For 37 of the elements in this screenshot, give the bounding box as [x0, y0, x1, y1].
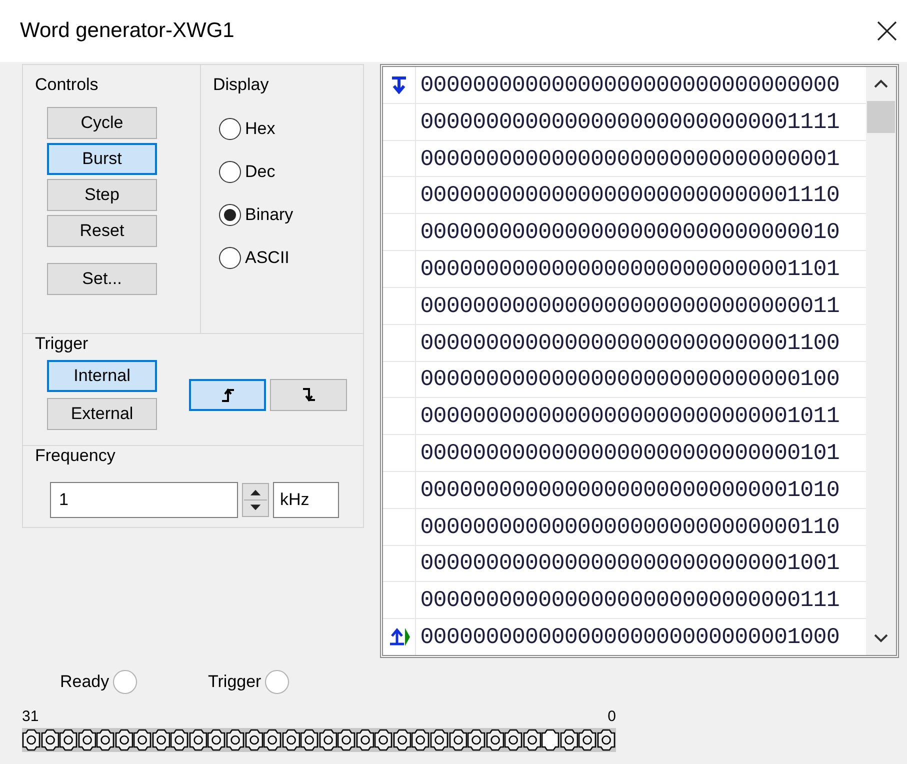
radio-button[interactable] [219, 160, 241, 182]
window-title: Word generator-XWG1 [20, 19, 234, 43]
set-button[interactable]: Set... [47, 263, 157, 295]
end-marker-icon [388, 628, 405, 646]
group-label: Controls [35, 75, 98, 95]
unit-field[interactable]: kHz [273, 482, 339, 518]
edge-button[interactable] [189, 379, 266, 411]
group-label: Display [213, 75, 269, 95]
group-label: Trigger [35, 334, 90, 354]
rising-edge-icon [220, 387, 234, 403]
indicator-label: Trigger [208, 672, 262, 692]
bit-label: 0 [608, 708, 616, 725]
radio-label: Binary [245, 204, 294, 224]
close-icon[interactable] [875, 19, 899, 43]
falling-edge-icon [302, 387, 316, 403]
radio-button[interactable] [219, 246, 241, 268]
group-label: Frequency [35, 446, 116, 466]
mode-button[interactable]: Step [47, 179, 157, 211]
scroll-thumb[interactable] [867, 101, 895, 133]
edge-button[interactable] [270, 379, 347, 411]
mode-button[interactable]: Burst [47, 143, 157, 175]
trigger-source-button[interactable]: Internal [47, 360, 157, 392]
bit-label: 31 [22, 708, 39, 725]
cursor-icon [404, 628, 410, 646]
radio-label: Dec [245, 162, 276, 182]
radio-label: ASCII [245, 248, 290, 268]
start-marker-icon [391, 76, 408, 94]
mode-button[interactable]: Reset [47, 215, 157, 247]
scrollbar[interactable] [866, 67, 896, 655]
radio-label: Hex [245, 118, 276, 138]
mode-button[interactable]: Cycle [47, 107, 157, 139]
frequency-field[interactable]: 1 [50, 482, 238, 518]
radio-button[interactable] [219, 204, 241, 226]
indicator-label: Ready [60, 672, 110, 692]
radio-button[interactable] [219, 118, 241, 140]
spinner-icon[interactable] [242, 483, 269, 517]
trigger-source-button[interactable]: External [47, 398, 157, 430]
